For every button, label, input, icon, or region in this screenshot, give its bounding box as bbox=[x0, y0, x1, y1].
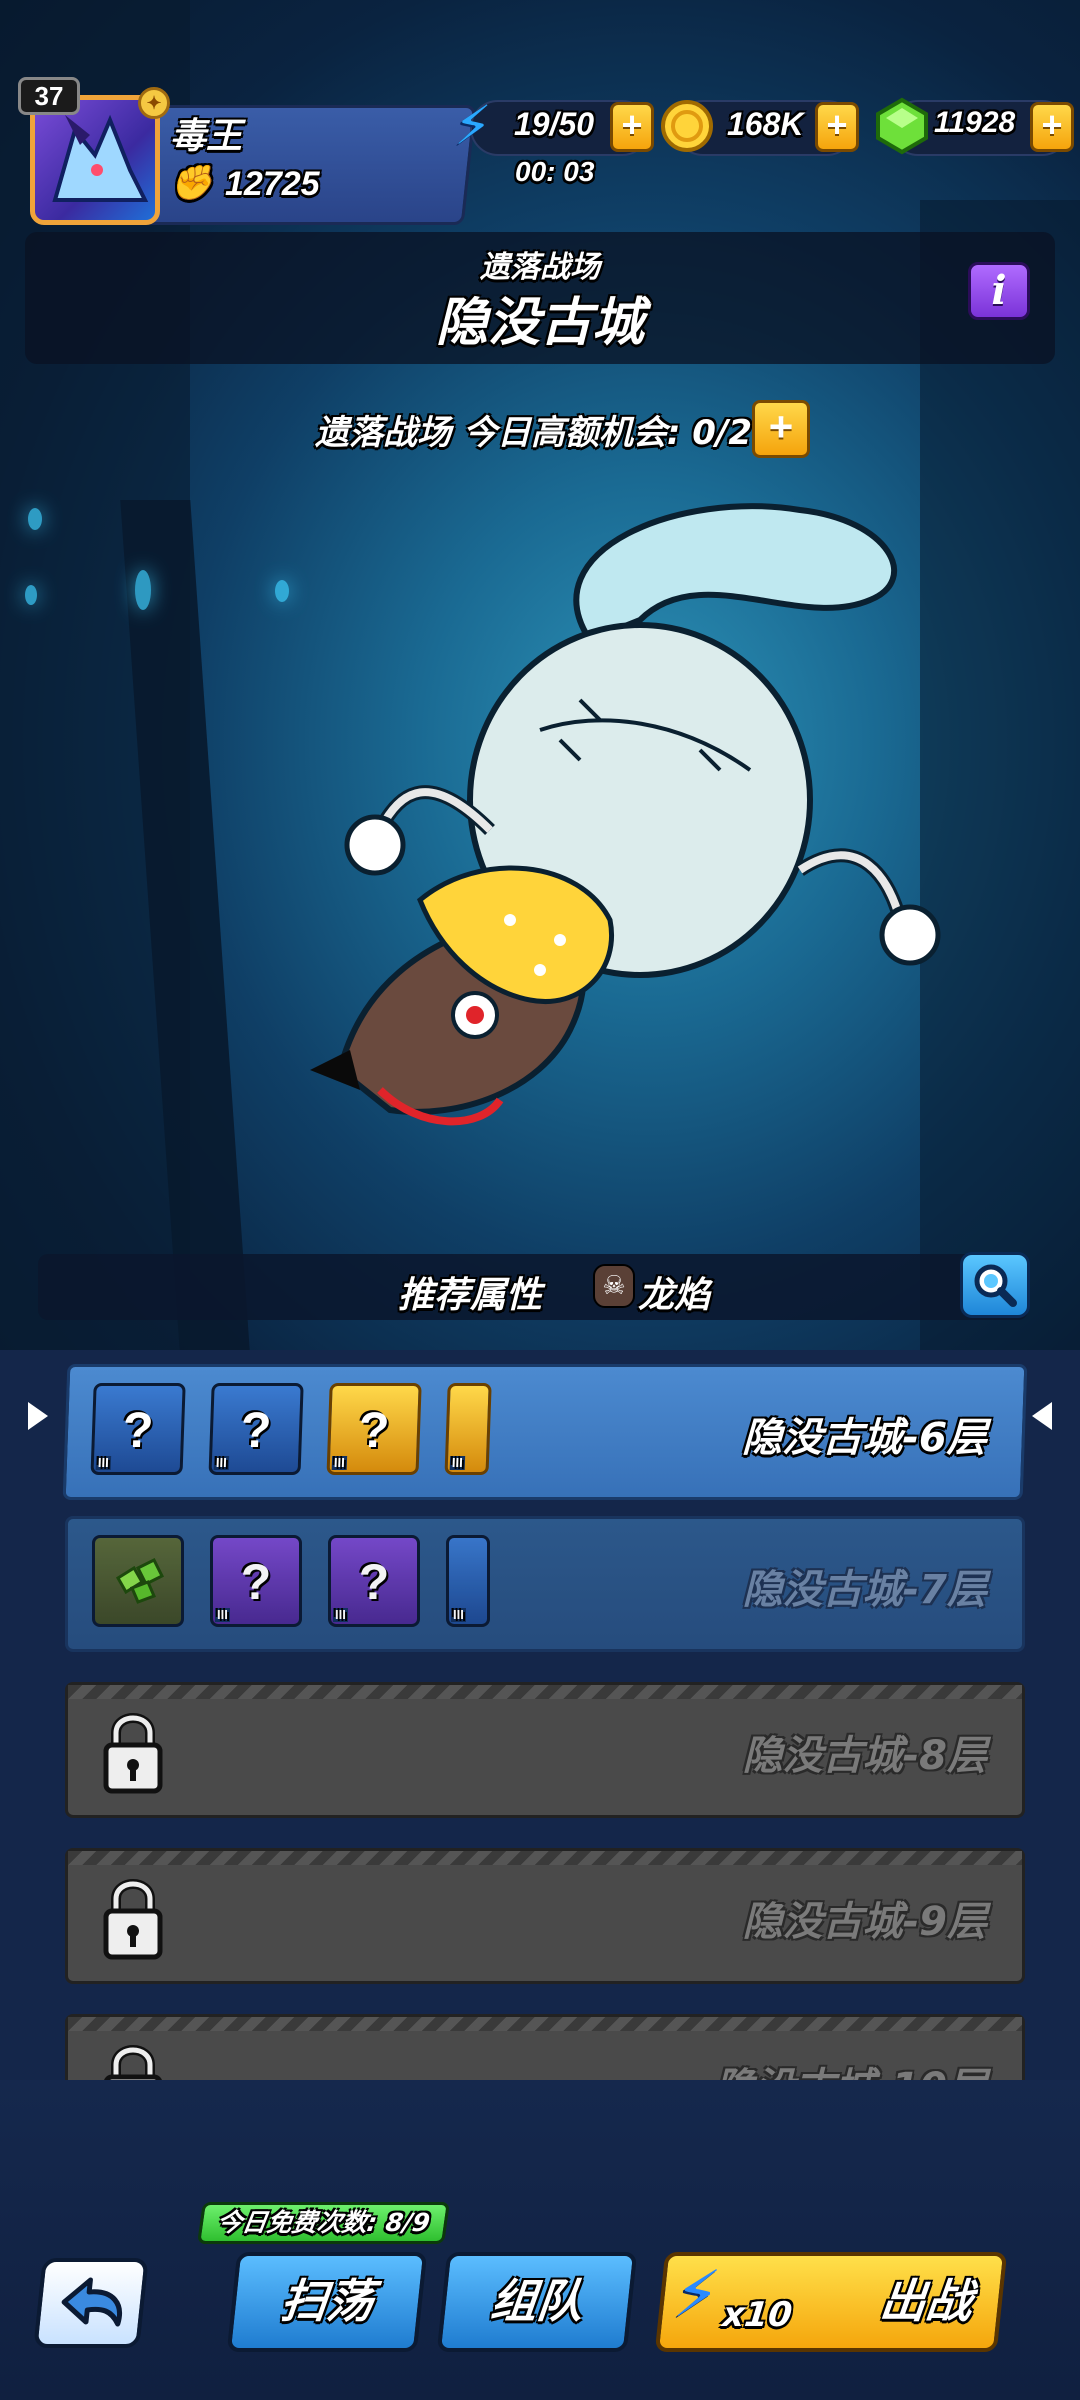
add-gems-button[interactable]: + bbox=[1030, 102, 1074, 152]
vip-badge-icon: ✦ bbox=[138, 87, 170, 119]
reward-item[interactable]: III bbox=[444, 1383, 492, 1475]
dragon-avatar-icon bbox=[52, 114, 149, 202]
level-row-8[interactable]: 隐没古城-8层 bbox=[65, 1682, 1025, 1818]
lightning-icon: ⚡ bbox=[454, 94, 492, 157]
level-row-7[interactable]: ? III ? III III 隐没古城-7层 bbox=[65, 1516, 1025, 1652]
glow-light bbox=[25, 585, 37, 605]
fight-label: 出战 bbox=[877, 2274, 975, 2328]
recommend-bar: 推荐属性 ☠ 龙焰 bbox=[38, 1254, 1028, 1320]
energy-value: 19/50 bbox=[514, 106, 595, 142]
team-button[interactable]: 组队 bbox=[436, 2252, 638, 2352]
player-power: 12725 bbox=[225, 165, 320, 203]
reward-symbol: ? bbox=[240, 1554, 272, 1610]
free-count-badge: 今日免费次数: 8/9 bbox=[197, 2202, 450, 2244]
add-energy-button[interactable]: + bbox=[610, 102, 654, 152]
level-row-6[interactable]: ? III ? III ? III III 隐没古城-6层 bbox=[62, 1364, 1028, 1500]
level-name: 隐没古城-8层 bbox=[742, 1733, 987, 1779]
level-name: 隐没古城-10层 bbox=[715, 2055, 987, 2080]
reward-item[interactable]: ? III bbox=[210, 1535, 302, 1627]
daily-chance-text: 遗落战场 今日高额机会: 0/2 bbox=[315, 413, 753, 453]
reward-tier: III bbox=[215, 1607, 230, 1622]
level-name: 隐没古城-6层 bbox=[741, 1415, 988, 1461]
gem-bar: 11928 + bbox=[876, 97, 1074, 156]
reward-item[interactable]: ? III bbox=[90, 1383, 186, 1475]
reward-item[interactable]: ? III bbox=[208, 1383, 304, 1475]
green-gem-icon bbox=[874, 96, 930, 168]
gem-value: 11928 bbox=[934, 106, 1016, 139]
level-name: 隐没古城-9层 bbox=[742, 1899, 987, 1945]
gold-bar: 168K + bbox=[661, 100, 859, 156]
bottom-action-bar bbox=[0, 2080, 1080, 2400]
add-gold-button[interactable]: + bbox=[815, 102, 859, 152]
selected-arrow-right-icon bbox=[1032, 1402, 1052, 1430]
reward-item[interactable]: III bbox=[446, 1535, 490, 1627]
reward-item[interactable]: ? III bbox=[328, 1535, 420, 1627]
fight-cost: x10 bbox=[720, 2295, 794, 2335]
green-gem-icon bbox=[115, 1557, 165, 1604]
player-level-badge: 37 bbox=[18, 77, 80, 115]
energy-timer: 00: 03 bbox=[515, 156, 595, 187]
level-name: 隐没古城-7层 bbox=[742, 1567, 987, 1613]
stage-title-panel: 遗落战场 隐没古城 i bbox=[25, 232, 1055, 364]
lock-icon bbox=[103, 1713, 163, 1794]
lightning-icon: ⚡ bbox=[670, 2258, 724, 2332]
dragon-flame-attribute-icon: ☠ bbox=[593, 1264, 635, 1308]
back-arrow-icon bbox=[61, 2277, 122, 2327]
power-fist-icon: ✊ bbox=[170, 163, 213, 203]
reward-item[interactable]: ? III bbox=[326, 1383, 422, 1475]
recommend-attribute: 龙焰 bbox=[638, 1275, 711, 1316]
level-list[interactable]: ? III ? III ? III III 隐没古城-6层 ? III ? II… bbox=[0, 1350, 1080, 2080]
level-row-9[interactable]: 隐没古城-9层 bbox=[65, 1848, 1025, 1984]
reward-symbol: ? bbox=[239, 1402, 273, 1458]
reward-symbol: ? bbox=[357, 1402, 391, 1458]
level-row-10[interactable]: 隐没古城-10层 bbox=[65, 2014, 1025, 2080]
boss-character bbox=[280, 470, 980, 1190]
recommend-label: 推荐属性 bbox=[398, 1275, 543, 1316]
page-title: 隐没古城 bbox=[435, 293, 644, 353]
gold-value: 168K bbox=[727, 106, 804, 142]
back-button[interactable] bbox=[33, 2258, 149, 2348]
lock-icon bbox=[103, 1879, 163, 1960]
reward-tier: III bbox=[451, 1607, 466, 1622]
player-profile[interactable]: 37 ✦ 毒王 ✊ 12725 bbox=[18, 77, 477, 230]
add-chance-button[interactable]: + bbox=[752, 400, 810, 458]
reward-item[interactable] bbox=[92, 1535, 184, 1627]
reward-tier: III bbox=[331, 1455, 348, 1470]
lock-icon bbox=[104, 2045, 162, 2080]
glow-light bbox=[135, 570, 151, 610]
reward-symbol: ? bbox=[358, 1554, 390, 1610]
fight-button[interactable]: ⚡ x10 出战 bbox=[654, 2252, 1008, 2352]
glow-light bbox=[28, 508, 42, 530]
reward-tier: III bbox=[213, 1455, 230, 1470]
selected-arrow-left-icon bbox=[28, 1402, 48, 1430]
energy-bar: ⚡ 19/50 + bbox=[454, 96, 654, 156]
reward-tier: III bbox=[333, 1607, 348, 1622]
reward-tier: III bbox=[95, 1455, 112, 1470]
reward-symbol: ? bbox=[121, 1402, 155, 1458]
magnifier-icon bbox=[974, 1264, 1017, 1307]
player-name: 毒王 bbox=[170, 116, 243, 157]
reward-tier: III bbox=[449, 1455, 466, 1470]
search-button[interactable] bbox=[960, 1252, 1030, 1318]
gold-coin-icon bbox=[659, 96, 715, 168]
sweep-button[interactable]: 扫荡 bbox=[226, 2252, 428, 2352]
info-button[interactable]: i bbox=[968, 262, 1030, 320]
